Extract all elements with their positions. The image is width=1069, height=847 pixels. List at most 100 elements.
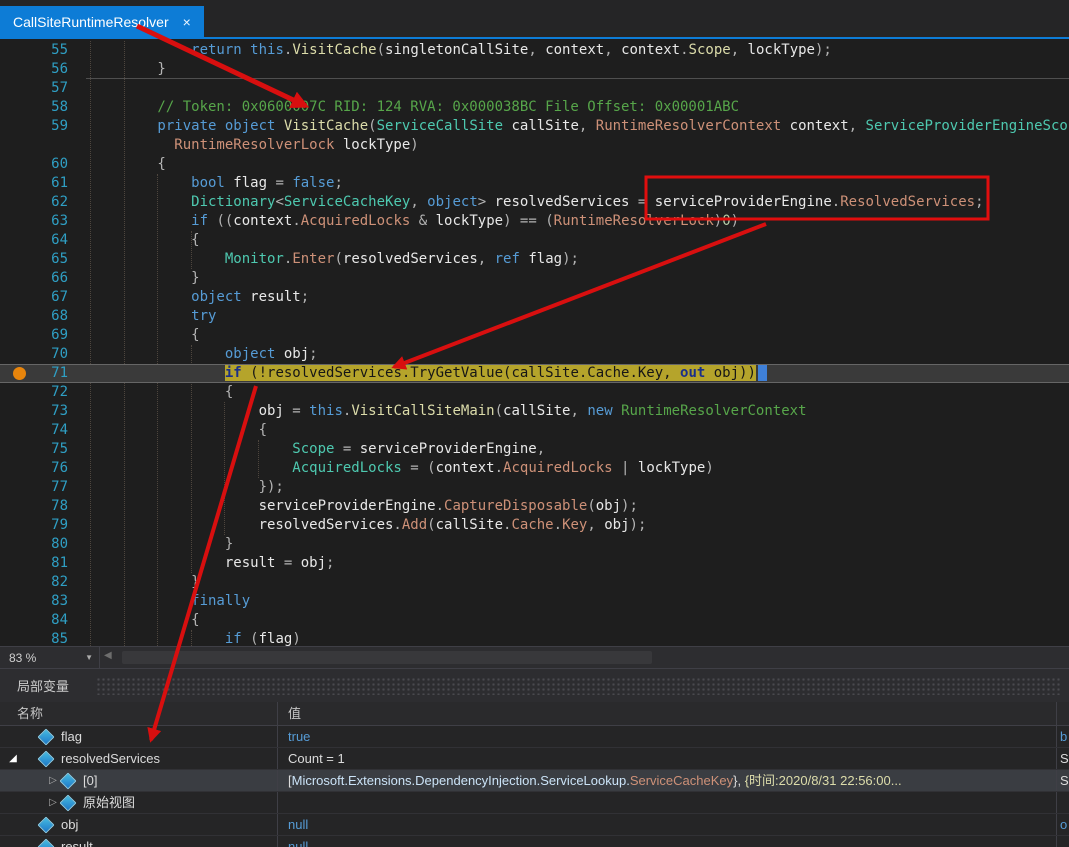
code-line[interactable]: RuntimeResolverLock lockType)	[0, 136, 1069, 155]
locals-column-headers: 名称 值	[0, 702, 1069, 726]
line-number: 85	[0, 630, 68, 646]
line-number: 65	[0, 250, 68, 269]
code-line[interactable]: 78serviceProviderEngine.CaptureDisposabl…	[0, 497, 1069, 516]
locals-panel-header: 局部变量	[0, 668, 1069, 702]
locals-row[interactable]: result null	[0, 836, 1069, 847]
line-number: 67	[0, 288, 68, 307]
code-line[interactable]: 60{	[0, 155, 1069, 174]
panel-grip-texture	[96, 677, 1061, 695]
horizontal-scrollbar[interactable]: ◀	[100, 647, 1069, 668]
variable-value[interactable]: null	[278, 836, 1057, 847]
variable-name: result	[61, 836, 93, 847]
variable-value[interactable]: true	[278, 726, 1057, 747]
variable-value[interactable]: [Microsoft.Extensions.DependencyInjectio…	[278, 770, 1057, 791]
column-header-name: 名称	[0, 702, 278, 725]
variable-value[interactable]: Count = 1	[278, 748, 1057, 769]
zoom-value: 83 %	[9, 651, 36, 665]
code-line[interactable]: 66}	[0, 269, 1069, 288]
line-number: 63	[0, 212, 68, 231]
line-number: 80	[0, 535, 68, 554]
code-line[interactable]: 82}	[0, 573, 1069, 592]
code-line[interactable]: 58// Token: 0x0600007C RID: 124 RVA: 0x0…	[0, 98, 1069, 117]
line-number: 58	[0, 98, 68, 117]
line-number: 64	[0, 231, 68, 250]
zoom-dropdown[interactable]: 83 % ▼	[0, 647, 100, 668]
locals-row[interactable]: flag trueb	[0, 726, 1069, 748]
scroll-left-icon[interactable]: ◀	[104, 650, 112, 661]
code-lines: 55return this.VisitCache(singletonCallSi…	[0, 41, 1069, 646]
code-line[interactable]: 73obj = this.VisitCallSiteMain(callSite,…	[0, 402, 1069, 421]
code-line[interactable]: 63if ((context.AcquiredLocks & lockType)…	[0, 212, 1069, 231]
code-line[interactable]: 74{	[0, 421, 1069, 440]
chevron-down-icon[interactable]: ▼	[85, 653, 93, 662]
line-number: 71	[0, 364, 68, 383]
line-number: 74	[0, 421, 68, 440]
line-number: 69	[0, 326, 68, 345]
collapse-icon[interactable]: ◢	[6, 748, 20, 769]
code-line[interactable]: 55return this.VisitCache(singletonCallSi…	[0, 41, 1069, 60]
code-line[interactable]: 77});	[0, 478, 1069, 497]
code-line[interactable]: 81result = obj;	[0, 554, 1069, 573]
locals-row[interactable]: objnullo	[0, 814, 1069, 836]
code-line[interactable]: 79resolvedServices.Add(callSite.Cache.Ke…	[0, 516, 1069, 535]
close-icon[interactable]: ×	[183, 15, 191, 29]
line-number: 57	[0, 79, 68, 98]
field-icon	[38, 838, 55, 847]
code-line[interactable]: 84{	[0, 611, 1069, 630]
variable-value[interactable]	[278, 792, 1057, 813]
locals-row[interactable]: ▷ 原始视图	[0, 792, 1069, 814]
code-line[interactable]: 75Scope = serviceProviderEngine,	[0, 440, 1069, 459]
line-number: 79	[0, 516, 68, 535]
line-number: 72	[0, 383, 68, 402]
code-line[interactable]: 56}	[0, 60, 1069, 79]
code-line[interactable]: 65Monitor.Enter(resolvedServices, ref fl…	[0, 250, 1069, 269]
code-line[interactable]: 62Dictionary<ServiceCacheKey, object> re…	[0, 193, 1069, 212]
variable-type: b	[1057, 726, 1069, 747]
code-line[interactable]: 64{	[0, 231, 1069, 250]
field-icon	[60, 794, 77, 811]
code-line[interactable]: 76AcquiredLocks = (context.AcquiredLocks…	[0, 459, 1069, 478]
variable-value[interactable]: null	[278, 814, 1057, 835]
code-line[interactable]: 69{	[0, 326, 1069, 345]
column-header-value: 值	[278, 702, 1057, 725]
scrollbar-thumb[interactable]	[122, 651, 652, 664]
current-statement-highlight: if (!resolvedServices.TryGetValue(callSi…	[225, 365, 756, 381]
locals-row[interactable]: ◢resolvedServicesCount = 1S	[0, 748, 1069, 770]
expand-icon[interactable]: ▷	[46, 792, 60, 813]
line-number: 60	[0, 155, 68, 174]
code-line[interactable]: 67object result;	[0, 288, 1069, 307]
tab-bar: CallSiteRuntimeResolver ×	[0, 0, 1069, 37]
line-number: 83	[0, 592, 68, 611]
line-number: 81	[0, 554, 68, 573]
variable-name: flag	[61, 726, 82, 747]
variable-type: S	[1057, 770, 1069, 791]
code-line[interactable]: 57	[0, 79, 1069, 98]
field-icon	[38, 728, 55, 745]
code-line[interactable]: 61bool flag = false;	[0, 174, 1069, 193]
line-number: 68	[0, 307, 68, 326]
field-icon	[38, 750, 55, 767]
code-line[interactable]: 83finally	[0, 592, 1069, 611]
breakpoint-icon[interactable]	[13, 367, 26, 380]
line-number	[0, 136, 68, 155]
expand-icon[interactable]: ▷	[46, 770, 60, 791]
code-line[interactable]: 68try	[0, 307, 1069, 326]
line-number: 61	[0, 174, 68, 193]
code-line[interactable]: 71 if (!resolvedServices.TryGetValue(call…	[0, 364, 1069, 383]
line-number: 59	[0, 117, 68, 136]
line-number: 77	[0, 478, 68, 497]
code-line[interactable]: 70object obj;	[0, 345, 1069, 364]
locals-row[interactable]: ▷[0][Microsoft.Extensions.DependencyInje…	[0, 770, 1069, 792]
field-icon	[60, 772, 77, 789]
code-line[interactable]: 80}	[0, 535, 1069, 554]
code-line[interactable]: 72{	[0, 383, 1069, 402]
locals-rows: flag trueb◢resolvedServicesCount = 1S▷[0]…	[0, 726, 1069, 847]
code-editor[interactable]: 55return this.VisitCache(singletonCallSi…	[0, 39, 1069, 646]
line-number: 82	[0, 573, 68, 592]
dnspy-window: CallSiteRuntimeResolver × 55return this.…	[0, 0, 1069, 847]
code-line[interactable]: 59private object VisitCache(ServiceCallS…	[0, 117, 1069, 136]
field-icon	[38, 816, 55, 833]
tab-callsiteruntimeresolver[interactable]: CallSiteRuntimeResolver ×	[0, 6, 204, 37]
variable-name: 原始视图	[83, 792, 135, 813]
code-line[interactable]: 85if (flag)	[0, 630, 1069, 646]
